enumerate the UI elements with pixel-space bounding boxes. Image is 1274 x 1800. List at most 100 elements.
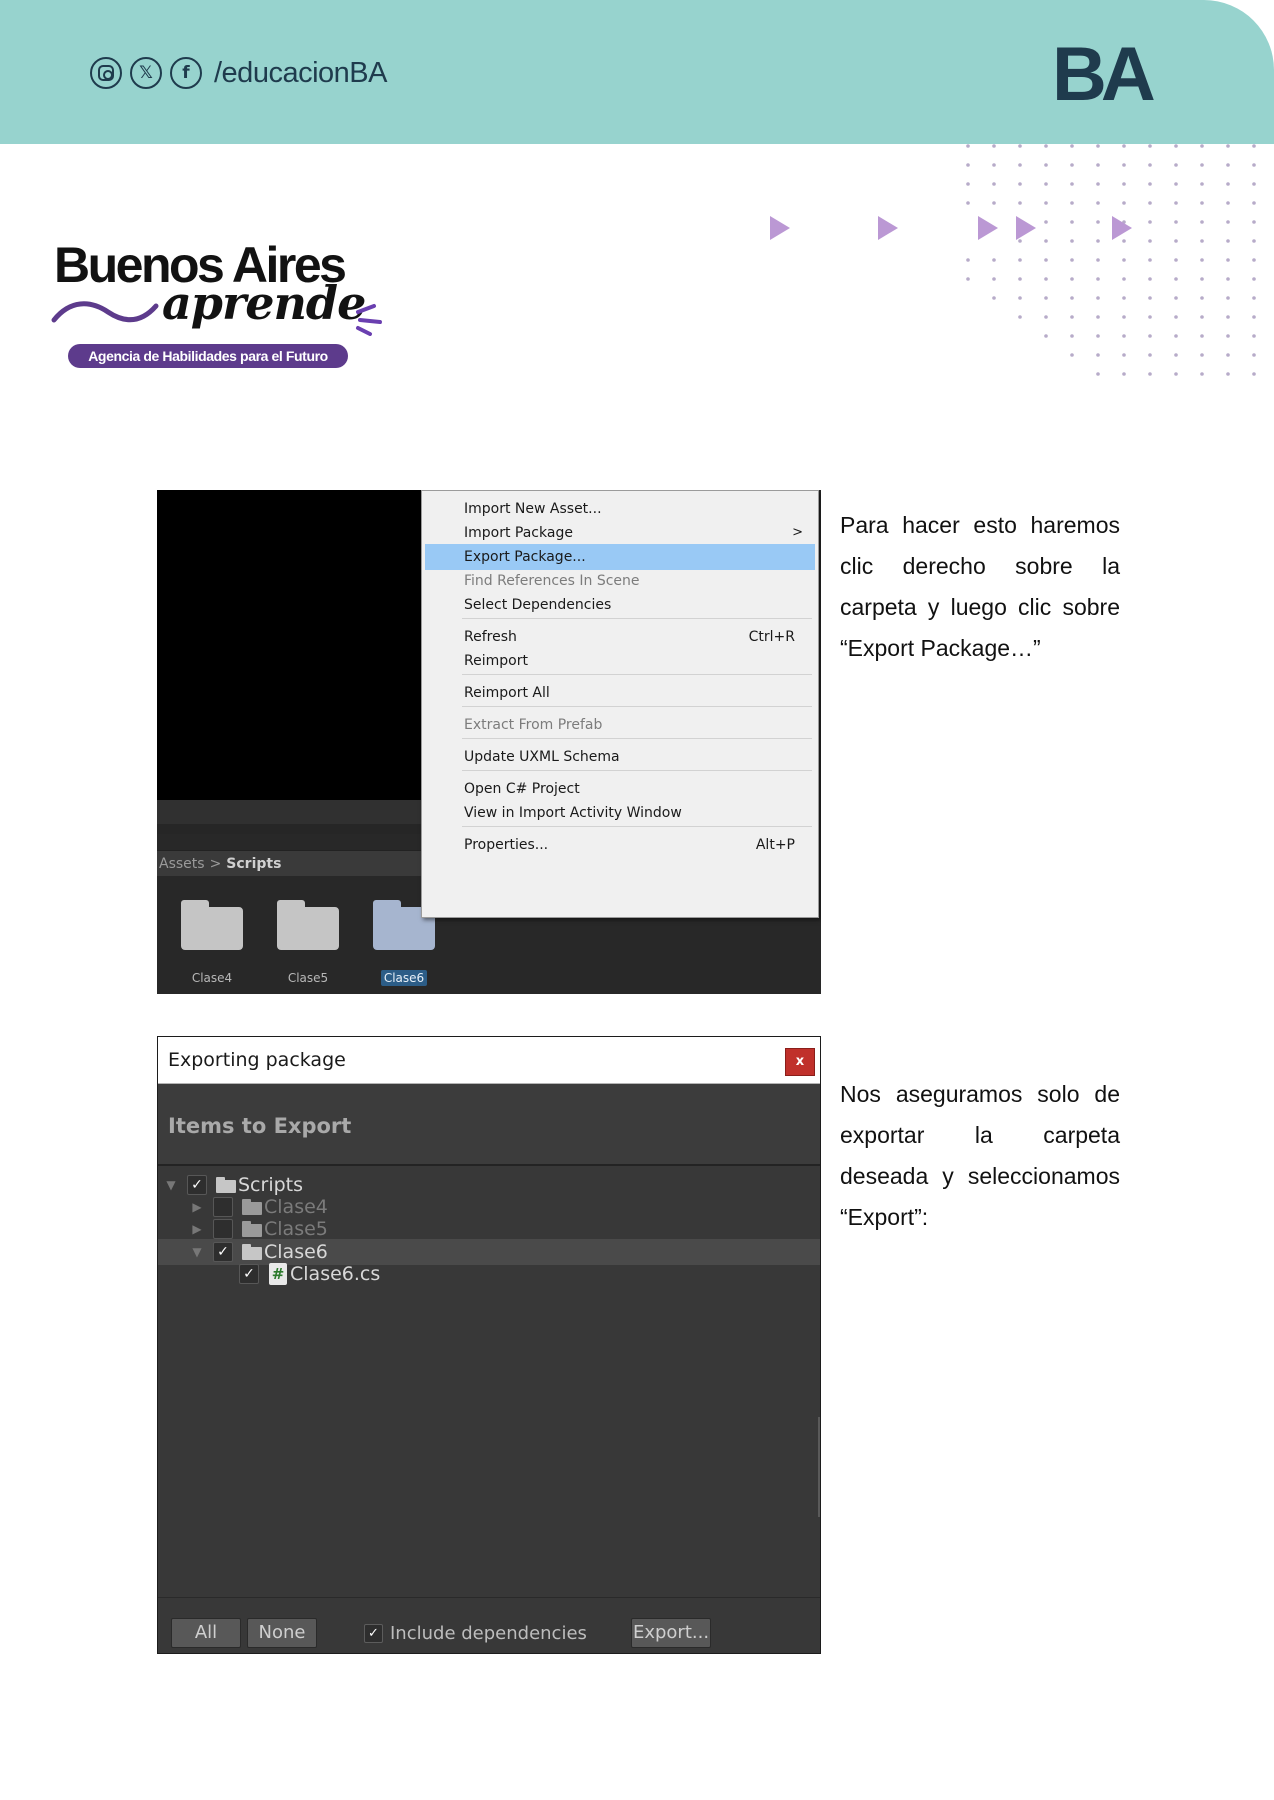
decoration-dot bbox=[1226, 163, 1230, 167]
decoration-dot bbox=[1174, 334, 1178, 338]
decoration-dot bbox=[992, 258, 996, 262]
tree-checkbox[interactable]: ✓ bbox=[213, 1242, 233, 1262]
folder-label: Clase6 bbox=[380, 970, 428, 986]
menu-item-label: Refresh bbox=[464, 629, 517, 645]
tree-checkbox[interactable] bbox=[213, 1197, 233, 1217]
decoration-dot bbox=[1044, 277, 1048, 281]
ba-logo: BA bbox=[1052, 42, 1160, 104]
instruction-paragraph-1: Para hacer esto haremos clic derecho sob… bbox=[840, 512, 1120, 661]
decoration-dot bbox=[1200, 315, 1204, 319]
menu-separator bbox=[462, 618, 812, 619]
decoration-dot bbox=[1122, 334, 1126, 338]
menu-item-properties[interactable]: Properties... Alt+P bbox=[425, 832, 815, 858]
decoration-dot bbox=[1070, 353, 1074, 357]
decoration-dot bbox=[992, 182, 996, 186]
decoration-dot bbox=[1096, 315, 1100, 319]
decoration-dot bbox=[1148, 315, 1152, 319]
decoration-dot bbox=[1122, 315, 1126, 319]
menu-separator bbox=[462, 674, 812, 675]
breadcrumb-scripts[interactable]: Scripts bbox=[226, 856, 281, 872]
decoration-dot bbox=[1122, 258, 1126, 262]
none-button[interactable]: None bbox=[247, 1618, 317, 1648]
play-arrow-icon bbox=[1016, 216, 1036, 240]
menu-item-update-uxml-schema[interactable]: Update UXML Schema bbox=[425, 744, 815, 770]
decoration-dot bbox=[1252, 144, 1256, 148]
all-button[interactable]: All bbox=[171, 1618, 241, 1648]
folder-label: Clase5 bbox=[287, 971, 329, 985]
decoration-dot bbox=[1226, 239, 1230, 243]
tree-checkbox[interactable]: ✓ bbox=[239, 1264, 259, 1284]
decoration-dot bbox=[992, 144, 996, 148]
instagram-icon[interactable] bbox=[90, 57, 122, 89]
include-dependencies-toggle[interactable]: ✓ Include dependencies bbox=[364, 1618, 587, 1648]
decoration-dot bbox=[1044, 144, 1048, 148]
menu-item-refresh[interactable]: Refresh Ctrl+R bbox=[425, 624, 815, 650]
social-handle: /educacionBA bbox=[214, 56, 387, 89]
menu-separator bbox=[462, 770, 812, 771]
decoration-dot bbox=[1148, 372, 1152, 376]
menu-item-reimport[interactable]: Reimport bbox=[425, 648, 815, 674]
decoration-dot bbox=[966, 277, 970, 281]
breadcrumb: Assets > Scripts bbox=[157, 850, 421, 876]
decoration-dot bbox=[1070, 258, 1074, 262]
decoration-dot bbox=[1122, 163, 1126, 167]
breadcrumb-assets[interactable]: Assets bbox=[159, 856, 205, 872]
exporting-package-dialog-screenshot: Exporting package x Items to Export ▼ ✓ Sc… bbox=[157, 1036, 821, 1654]
decoration-dot bbox=[1226, 144, 1230, 148]
folder-item[interactable]: Clase4 bbox=[177, 900, 247, 987]
decoration-dot bbox=[1226, 334, 1230, 338]
decoration-dot bbox=[1070, 163, 1074, 167]
decoration-dot bbox=[1174, 201, 1178, 205]
x-icon[interactable]: 𝕏 bbox=[130, 57, 162, 89]
menu-item-label: Reimport bbox=[464, 653, 528, 669]
decoration-dot bbox=[1200, 277, 1204, 281]
menu-item-open-c-project[interactable]: Open C# Project bbox=[425, 776, 815, 802]
brand-subtitle: aprende bbox=[162, 276, 366, 330]
social-links: 𝕏 f /educacionBA bbox=[90, 54, 387, 92]
menu-item-find-references-in-scene[interactable]: Find References In Scene bbox=[425, 568, 815, 594]
decoration-dot bbox=[1252, 296, 1256, 300]
scrollbar[interactable] bbox=[818, 1417, 820, 1517]
decoration-dot bbox=[1252, 334, 1256, 338]
header-band: 𝕏 f /educacionBA BA bbox=[0, 0, 1274, 144]
menu-item-label: Select Dependencies bbox=[464, 597, 612, 613]
folder-label: Clase4 bbox=[191, 971, 233, 985]
decoration-dot bbox=[1252, 220, 1256, 224]
decoration-dot bbox=[1096, 296, 1100, 300]
decoration-dot bbox=[1070, 315, 1074, 319]
dialog-title: Exporting package bbox=[168, 1049, 346, 1071]
decoration-dot bbox=[1226, 372, 1230, 376]
buenos-aires-aprende-logo: Buenos Aires aprende Agencia de Habilida… bbox=[50, 240, 390, 370]
dialog-title-bar: Exporting package x bbox=[158, 1037, 820, 1084]
menu-item-import-package[interactable]: Import Package > bbox=[425, 520, 815, 546]
tree-checkbox[interactable] bbox=[213, 1219, 233, 1239]
decoration-dot bbox=[1096, 334, 1100, 338]
decoration-dot bbox=[1252, 315, 1256, 319]
decoration-dot bbox=[1148, 277, 1152, 281]
folder-icon bbox=[242, 1221, 262, 1237]
facebook-icon[interactable]: f bbox=[170, 57, 202, 89]
brand-tagline: Agencia de Habilidades para el Futuro bbox=[68, 344, 348, 368]
folder-icon bbox=[242, 1199, 262, 1215]
decoration-dot bbox=[1018, 258, 1022, 262]
menu-item-extract-from-prefab[interactable]: Extract From Prefab bbox=[425, 712, 815, 738]
tree-checkbox[interactable]: ✓ bbox=[187, 1175, 207, 1195]
dialog-footer: All None ✓ Include dependencies Export..… bbox=[158, 1597, 820, 1653]
menu-item-view-in-import-activity-window[interactable]: View in Import Activity Window bbox=[425, 800, 815, 826]
decoration-dot bbox=[966, 163, 970, 167]
menu-item-select-dependencies[interactable]: Select Dependencies bbox=[425, 592, 815, 618]
export-button[interactable]: Export... bbox=[631, 1618, 711, 1648]
decoration-dot bbox=[1174, 258, 1178, 262]
tree-row[interactable]: ✓ # Clase6.cs bbox=[158, 1261, 820, 1287]
decoration-dot bbox=[1174, 144, 1178, 148]
folder-item[interactable]: Clase5 bbox=[273, 900, 343, 987]
menu-shortcut: Ctrl+R bbox=[748, 629, 795, 645]
menu-item-import-new-asset[interactable]: Import New Asset... bbox=[425, 496, 815, 522]
menu-item-reimport-all[interactable]: Reimport All bbox=[425, 680, 815, 706]
decoration-dot bbox=[1226, 296, 1230, 300]
decoration-dot bbox=[1070, 296, 1074, 300]
decoration-dot bbox=[1148, 258, 1152, 262]
close-button[interactable]: x bbox=[785, 1048, 815, 1076]
menu-item-export-package[interactable]: Export Package... bbox=[425, 544, 815, 570]
include-dependencies-checkbox[interactable]: ✓ bbox=[364, 1623, 383, 1643]
